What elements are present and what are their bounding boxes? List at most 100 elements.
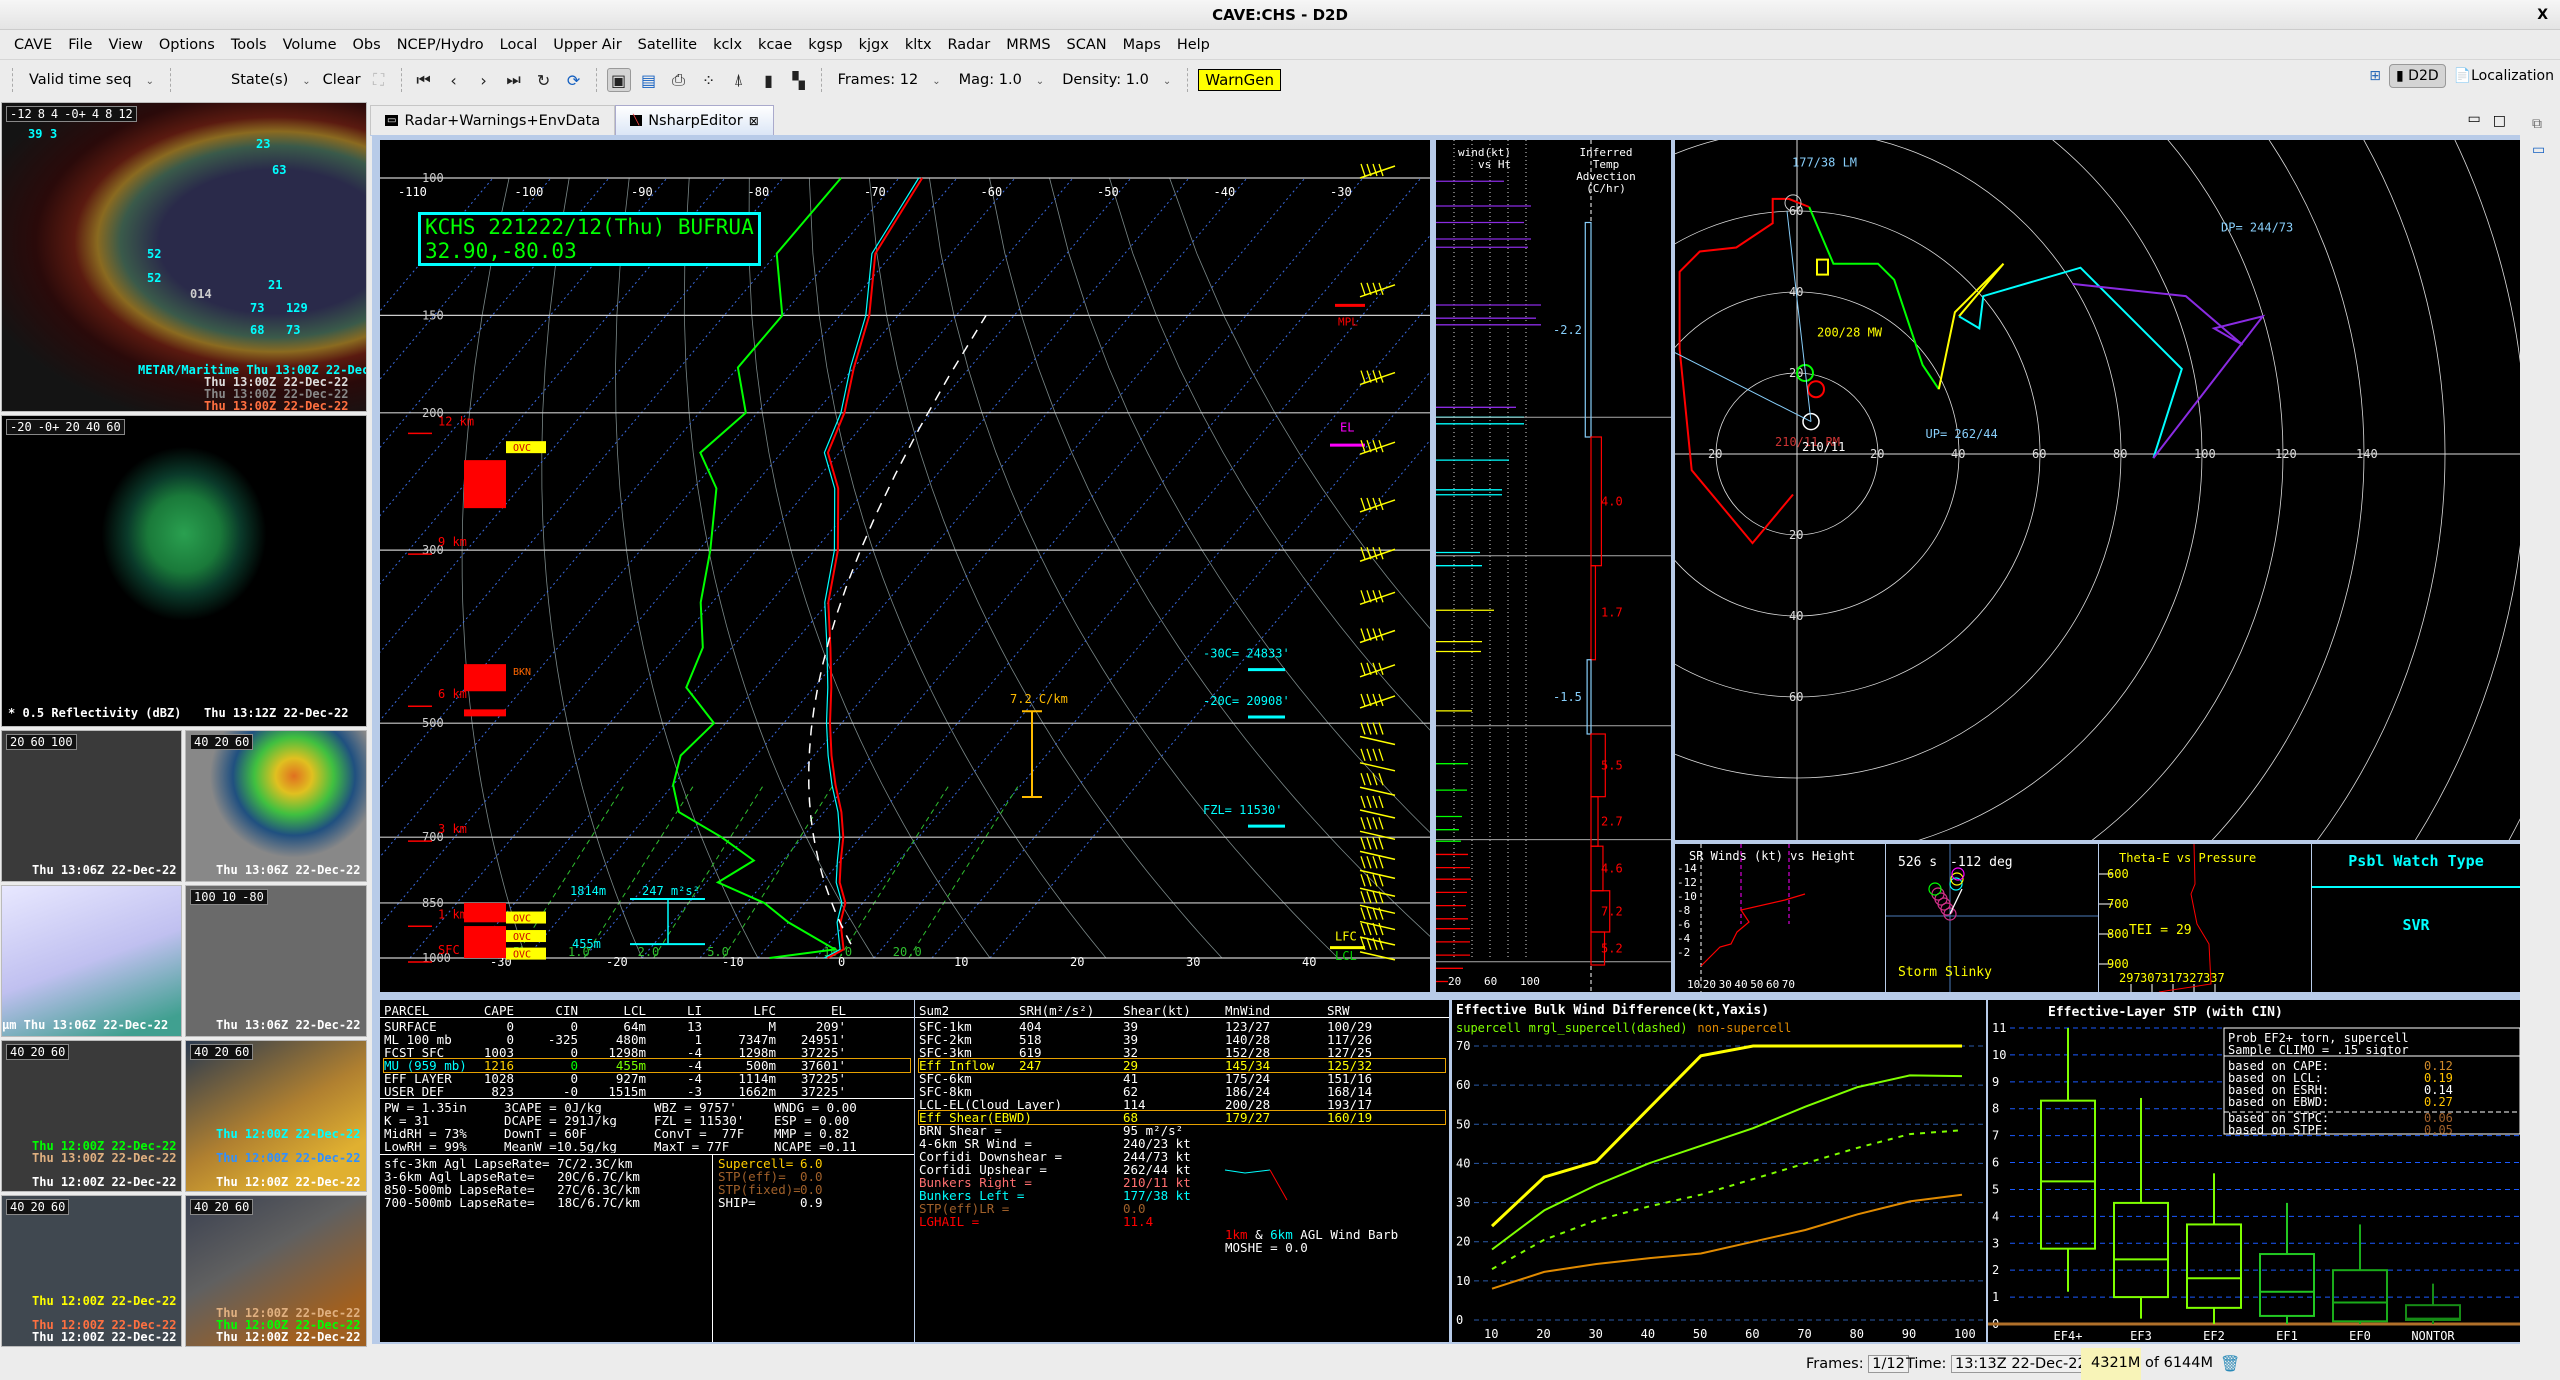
pane-925mb[interactable]: 40 20 60 Thu 12:00Z 22-Dec-22 Thu 12:00Z 2… <box>1 1195 182 1347</box>
menu-cave[interactable]: CAVE <box>6 37 60 53</box>
wind-barb-flag <box>1360 282 1366 295</box>
pane2-time: Thu 13:12Z 22-Dec-22 <box>204 706 349 720</box>
close-tab-icon[interactable]: ⊠ <box>749 114 759 128</box>
menu-volume[interactable]: Volume <box>275 37 345 53</box>
menu-file[interactable]: File <box>60 37 100 53</box>
wind-barb-flag <box>1372 282 1378 295</box>
minimize-icon[interactable]: ▭ <box>2468 111 2481 127</box>
open-perspective-icon[interactable]: ⊞ <box>2369 68 2381 84</box>
menu-kgsp[interactable]: kgsp <box>800 37 850 53</box>
skewt-panel[interactable]: 0.51.02.05.010.020.010015020030050070085… <box>380 140 1430 992</box>
menu-radar[interactable]: Radar <box>940 37 999 53</box>
menu-options[interactable]: Options <box>151 37 223 53</box>
state-dropdown[interactable]: State(s) ⌄ <box>181 72 317 88</box>
side-panes: -12 8 4 -0+ 4 8 12 METAR/Maritime Thu 13:00Z 2… <box>0 100 368 1352</box>
points-icon[interactable]: ⁘ <box>697 68 721 92</box>
pan-icon[interactable]: ▣ <box>606 68 631 92</box>
four-panel-icon[interactable]: ▚ <box>787 68 811 92</box>
last-frame-icon[interactable]: ⏭ <box>502 68 526 92</box>
print-icon[interactable]: ⎙ <box>667 68 691 92</box>
temp-tick-bottom: -10 <box>722 955 744 969</box>
cloud-label: BKN <box>513 667 531 678</box>
temp-tick-bottom: 20 <box>1070 955 1084 969</box>
cell: MU (959 mb) <box>384 1059 467 1072</box>
colorbar-label: -0+ <box>34 420 63 434</box>
wind-barb <box>1359 284 1396 298</box>
tab-radar-warnings-envdata[interactable]: ▭ Radar+Warnings+EnvData <box>370 105 616 135</box>
loop-icon[interactable]: ↻ <box>532 68 556 92</box>
pane-500mb[interactable]: 40 20 60 Thu 12:00Z 22-Dec-22 Thu 12:00Z 2… <box>185 1195 367 1347</box>
pane-visible-sat[interactable]: 20 60 100 Thu 13:06Z 22-Dec-22 <box>1 730 182 882</box>
cell: sfc-3km Agl LapseRate= 7C/2.3C/km <box>384 1157 633 1170</box>
menu-local[interactable]: Local <box>492 37 546 53</box>
dp-label: DP= 244/73 <box>2221 220 2293 234</box>
baselines-icon[interactable]: ⍋ <box>727 68 751 92</box>
mag-dropdown[interactable]: Mag: 1.0 ⌄ <box>953 72 1051 88</box>
perspective-localization[interactable]: 📄Localization <box>2454 68 2554 84</box>
shear-row: LCL-EL(Cloud Layer) 114 200/28 193/17 <box>919 1098 1427 1111</box>
restore-icon[interactable]: ⧉ <box>2532 116 2560 132</box>
memory-usage-bar[interactable]: 4321M of 6144M <box>2081 1348 2213 1380</box>
shear-extra-row: LGHAIL = 11.4 <box>919 1215 1243 1228</box>
clear-button[interactable]: Clear <box>323 72 361 88</box>
menu-kjgx[interactable]: kjgx <box>851 37 897 53</box>
menu-help[interactable]: Help <box>1169 37 1218 53</box>
menu-mrms[interactable]: MRMS <box>998 37 1058 53</box>
view-icon[interactable]: ▭ <box>2532 142 2560 158</box>
pane-sfc-analysis[interactable]: 40 20 60 Thu 12:00Z 22-Dec-22 Thu 13:00Z 2… <box>1 1040 182 1192</box>
pane-rgb-sat[interactable]: µm Thu 13:06Z 22-Dec-22 <box>1 885 182 1037</box>
menu-satellite[interactable]: Satellite <box>630 37 705 53</box>
prev-frame-icon[interactable]: ‹ <box>442 68 466 92</box>
pane-850mb[interactable]: 40 20 60 Thu 12:00Z 22-Dec-22 Thu 12:00Z 2… <box>185 1040 367 1192</box>
clear-all-icon[interactable]: ⛶ <box>367 68 391 92</box>
menu-obs[interactable]: Obs <box>345 37 389 53</box>
obs-value: 129 <box>286 301 308 315</box>
density-dropdown[interactable]: Density: 1.0 ⌄ <box>1056 72 1177 88</box>
colorbar-label: 40 <box>191 735 212 749</box>
frames-dropdown[interactable]: Frames: 12 ⌄ <box>832 72 947 88</box>
perspective-d2d[interactable]: ▮ D2D <box>2389 64 2446 88</box>
first-frame-icon[interactable]: ⏮ <box>412 68 436 92</box>
x-tick-label: 90 <box>1902 1327 1916 1341</box>
wind-barb-flag <box>1360 837 1366 850</box>
info-label: based on STPF: <box>2228 1123 2329 1137</box>
menu-kclx[interactable]: kclx <box>705 37 750 53</box>
trash-icon[interactable]: 🗑 <box>2220 1354 2240 1373</box>
menu-ncep-hydro[interactable]: NCEP/Hydro <box>389 37 492 53</box>
single-panel-icon[interactable]: ▮ <box>757 68 781 92</box>
pane-radar-reflectivity[interactable]: -20 -0+ 20 40 60 * 0.5 Reflectivity (dBZ) Th… <box>1 415 367 727</box>
pane-surface-obs[interactable]: -12 8 4 -0+ 4 8 12 METAR/Maritime Thu 13:00Z 2… <box>1 102 367 412</box>
wind-barb-flag <box>1360 590 1366 603</box>
next-frame-icon[interactable]: › <box>472 68 496 92</box>
menu-tools[interactable]: Tools <box>223 37 275 53</box>
menu-kcae[interactable]: kcae <box>750 37 800 53</box>
wind-barb <box>1359 951 1396 961</box>
height-label: 12 km <box>438 414 474 428</box>
menu-view[interactable]: View <box>100 37 150 53</box>
menu-scan[interactable]: SCAN <box>1059 37 1115 53</box>
menu-upper-air[interactable]: Upper Air <box>545 37 629 53</box>
wind-barb-flag <box>1366 773 1372 786</box>
wind-barb-flag <box>1372 937 1378 951</box>
time-mode-dropdown[interactable]: Valid time seq ⌄ <box>23 72 160 88</box>
category-label: EF3 <box>2130 1329 2152 1342</box>
close-window-button[interactable]: X <box>2537 0 2548 30</box>
maximize-icon[interactable]: □ <box>2493 113 2506 129</box>
hodograph-panel[interactable]: 402020406080100120140604020204060177/38 … <box>1675 140 2520 840</box>
station-header-box: KCHS 221222/12(Thu) BUFRUA 32.90,-80.03 <box>418 212 761 266</box>
pane4-colorbar: 40 20 60 <box>190 734 254 750</box>
menu-kltx[interactable]: kltx <box>897 37 940 53</box>
zoom-icon[interactable]: ▤ <box>637 68 661 92</box>
mixing-ratio-line <box>722 784 834 959</box>
dry-adiabat <box>808 177 1107 959</box>
pane-ir-sat[interactable]: 40 20 60 Thu 13:06Z 22-Dec-22 <box>185 730 367 882</box>
refresh-icon[interactable]: ⟳ <box>562 68 586 92</box>
cell: 62 <box>1123 1085 1139 1098</box>
pane10-colorbar: 40 20 60 <box>190 1199 254 1215</box>
warngen-button[interactable]: WarnGen <box>1198 69 1282 91</box>
parcel-table: PARCEL CAPE CIN LCL LI LFC EL SURFACE 0 0 64m 13 M 20… <box>380 1000 914 1342</box>
pane-wv-sat[interactable]: 100 10 -80 Thu 13:06Z 22-Dec-22 <box>185 885 367 1037</box>
menu-maps[interactable]: Maps <box>1115 37 1169 53</box>
cell: 186/24 <box>1225 1085 1271 1098</box>
tab-nsharp-editor[interactable]: ╲ NsharpEditor ⊠ <box>615 105 774 135</box>
